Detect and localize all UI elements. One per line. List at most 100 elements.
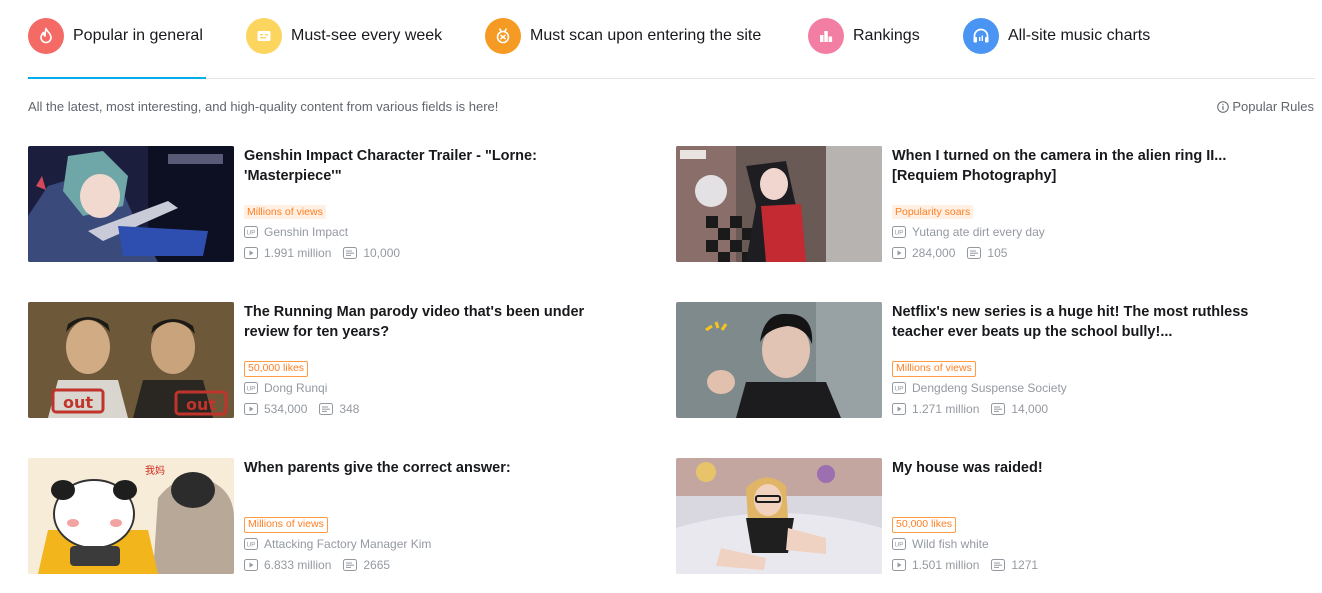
danmaku-icon (319, 403, 334, 415)
danmaku-count: 10,000 (363, 246, 401, 260)
view-count: 284,000 (912, 246, 956, 260)
svg-text:UP: UP (894, 386, 903, 393)
status-badge: Millions of views (244, 517, 328, 533)
video-title[interactable]: My house was raided! (892, 458, 1272, 478)
video-thumbnail[interactable] (676, 302, 882, 418)
danmaku-icon (343, 559, 358, 571)
section-subtitle: All the latest, most interesting, and hi… (28, 99, 499, 114)
video-title[interactable]: When parents give the correct answer: (244, 458, 624, 478)
calendar-icon (246, 18, 282, 54)
tab-label: Must-see every week (291, 27, 443, 44)
popular-rules-link[interactable]: Popular Rules (1217, 99, 1314, 114)
video-title[interactable]: Netflix's new series is a huge hit! The … (892, 302, 1272, 342)
view-count: 6.833 million (264, 558, 332, 572)
category-tab-bar: Popular in general Must-see every week M… (28, 0, 1315, 79)
uploader-name: Genshin Impact (264, 225, 349, 239)
danmaku-count: 1271 (1011, 558, 1039, 572)
danmaku-icon (343, 247, 358, 259)
video-card: Netflix's new series is a huge hit! The … (676, 302, 1276, 418)
headphones-icon (963, 18, 999, 54)
uploader-name: Yutang ate dirt every day (912, 225, 1045, 239)
up-icon: UP (244, 226, 258, 238)
uploader-name: Dengdeng Suspense Society (912, 381, 1067, 395)
uploader-link[interactable]: UP Genshin Impact (244, 225, 348, 239)
video-card: My house was raided! 50,000 likes UP Wil… (676, 458, 1276, 574)
svg-text:UP: UP (246, 230, 255, 237)
video-stats: 1.991 million 10,000 (244, 246, 400, 260)
svg-text:UP: UP (894, 542, 903, 549)
uploader-link[interactable]: UP Attacking Factory Manager Kim (244, 537, 431, 551)
play-count-icon (892, 247, 906, 259)
video-thumbnail[interactable] (676, 146, 882, 262)
status-badge: 50,000 likes (892, 517, 957, 533)
status-badge: Millions of views (892, 361, 976, 377)
svg-text:UP: UP (894, 230, 903, 237)
video-stats: 534,000 348 (244, 402, 359, 416)
video-stats: 1.271 million 14,000 (892, 402, 1048, 416)
uploader-link[interactable]: UP Dong Runqi (244, 381, 327, 395)
tab-rankings[interactable]: Rankings (808, 16, 920, 56)
up-icon: UP (892, 226, 906, 238)
status-badge: Millions of views (244, 205, 326, 219)
danmaku-icon (991, 559, 1006, 571)
view-count: 534,000 (264, 402, 308, 416)
bar-chart-icon (808, 18, 844, 54)
video-stats: 1.501 million 1271 (892, 558, 1038, 572)
svg-text:UP: UP (246, 386, 255, 393)
video-stats: 6.833 million 2665 (244, 558, 390, 572)
status-badge: 50,000 likes (244, 361, 309, 377)
danmaku-icon (967, 247, 982, 259)
meme-caption: 我妈 (145, 464, 165, 477)
uploader-link[interactable]: UP Yutang ate dirt every day (892, 225, 1045, 239)
medal-icon (485, 18, 521, 54)
tab-must-scan[interactable]: Must scan upon entering the site (485, 16, 761, 56)
up-icon: UP (244, 382, 258, 394)
stamp-text-right: out (186, 395, 216, 414)
video-title[interactable]: The Running Man parody video that's been… (244, 302, 624, 342)
danmaku-icon (991, 403, 1006, 415)
up-icon: UP (892, 538, 906, 550)
play-count-icon (244, 403, 258, 415)
info-icon (1217, 100, 1230, 113)
play-count-icon (892, 559, 906, 571)
danmaku-count: 105 (987, 246, 1008, 260)
tab-label: Rankings (853, 27, 920, 44)
tab-music-charts[interactable]: All-site music charts (963, 16, 1150, 56)
video-thumbnail[interactable]: 我妈 (28, 458, 234, 574)
danmaku-count: 348 (339, 402, 360, 416)
flame-icon (28, 18, 64, 54)
video-stats: 284,000 105 (892, 246, 1007, 260)
play-count-icon (892, 403, 906, 415)
status-badge: Popularity soars (892, 205, 974, 219)
tab-label: Popular in general (73, 27, 203, 44)
popular-rules-label: Popular Rules (1232, 99, 1314, 114)
view-count: 1.271 million (912, 402, 980, 416)
video-thumbnail[interactable] (28, 146, 234, 262)
play-count-icon (244, 559, 258, 571)
view-count: 1.991 million (264, 246, 332, 260)
tab-label: Must scan upon entering the site (530, 27, 762, 44)
danmaku-count: 2665 (363, 558, 391, 572)
up-icon: UP (892, 382, 906, 394)
play-count-icon (244, 247, 258, 259)
video-card: When I turned on the camera in the alien… (676, 146, 1276, 262)
uploader-name: Attacking Factory Manager Kim (264, 537, 432, 551)
stamp-text-left: out (63, 393, 93, 412)
view-count: 1.501 million (912, 558, 980, 572)
up-icon: UP (244, 538, 258, 550)
uploader-name: Wild fish white (912, 537, 989, 551)
video-title[interactable]: Genshin Impact Character Trailer - "Lorn… (244, 146, 624, 186)
tab-label: All-site music charts (1008, 27, 1151, 44)
video-card: Genshin Impact Character Trailer - "Lorn… (28, 146, 628, 262)
tab-must-see-every-week[interactable]: Must-see every week (246, 16, 442, 56)
uploader-name: Dong Runqi (264, 381, 328, 395)
tab-popular-in-general[interactable]: Popular in general (28, 16, 203, 56)
video-card: out out The Running Man parody video tha… (28, 302, 628, 418)
video-title[interactable]: When I turned on the camera in the alien… (892, 146, 1272, 186)
video-thumbnail[interactable]: out out (28, 302, 234, 418)
video-thumbnail[interactable] (676, 458, 882, 574)
uploader-link[interactable]: UP Wild fish white (892, 537, 989, 551)
video-card: 我妈 When parents give the correct answer:… (28, 458, 628, 574)
active-tab-indicator (28, 77, 206, 79)
uploader-link[interactable]: UP Dengdeng Suspense Society (892, 381, 1067, 395)
